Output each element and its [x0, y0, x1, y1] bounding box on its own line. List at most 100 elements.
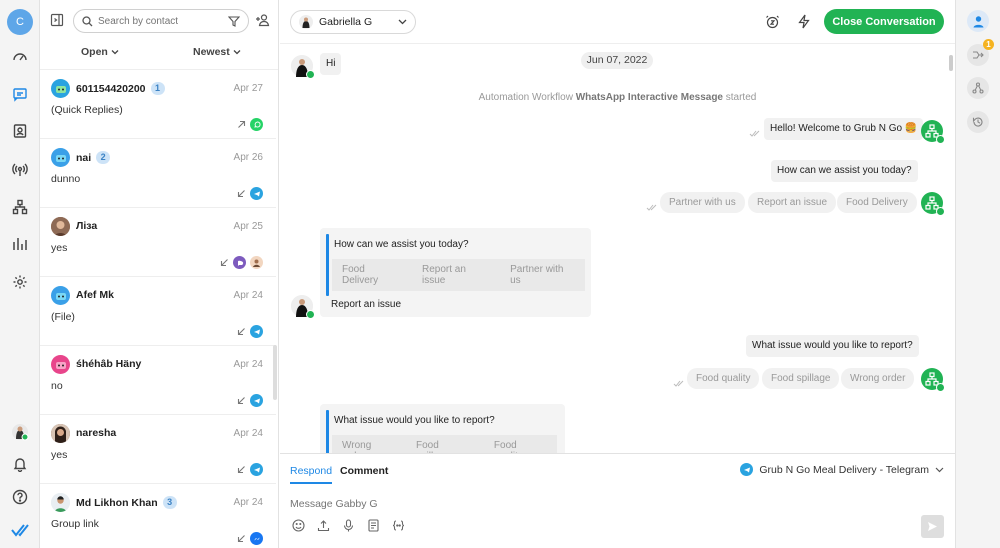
snooze-clock-icon[interactable] [765, 14, 780, 29]
contact-avatar [299, 15, 313, 29]
left-nav-rail: C [0, 0, 40, 548]
quick-reply-chip[interactable]: Partner with us [660, 192, 745, 213]
quote-bar [326, 234, 329, 296]
quick-reply-chip[interactable]: Food quality [687, 368, 760, 389]
filter-funnel-icon[interactable] [228, 16, 240, 27]
send-button[interactable] [921, 515, 944, 538]
search-input[interactable] [98, 14, 223, 29]
chevron-down-icon [233, 50, 241, 55]
read-ticks-icon [673, 380, 684, 387]
contact-avatar [291, 55, 315, 79]
list-scrollbar[interactable] [273, 345, 277, 400]
unread-badge: 2 [96, 151, 111, 164]
templates-icon[interactable] [367, 519, 380, 532]
microphone-icon[interactable] [342, 519, 355, 532]
notifications-bell-icon[interactable] [7, 451, 33, 477]
upload-icon[interactable] [317, 519, 330, 532]
bot-avatar [921, 368, 945, 392]
outgoing-arrow-icon [238, 120, 246, 128]
conversation-date: Apr 24 [233, 497, 263, 508]
last-message: Group link [51, 518, 99, 530]
conversation-date: Apr 24 [233, 428, 263, 439]
panel-toggle-icon[interactable] [50, 13, 64, 27]
card-button-row: Wrong order Food spillage Food quality [332, 435, 557, 453]
agent-status-avatar[interactable] [7, 419, 33, 445]
conversation-item[interactable]: Afef Mk Apr 24 (File) [40, 277, 276, 346]
whatsapp-icon [306, 310, 315, 319]
add-contact-icon[interactable] [255, 13, 270, 27]
reports-icon[interactable] [7, 231, 33, 257]
telegram-icon [250, 394, 263, 407]
conversation-item[interactable]: nai 2 Apr 26 dunno [40, 139, 276, 208]
last-message: dunno [51, 173, 81, 185]
conversation-item[interactable]: śhéhâb Häny Apr 24 no [40, 346, 276, 415]
contact-avatar [51, 355, 70, 374]
read-ticks-icon [646, 204, 657, 211]
contact-name: 601154420200 1 [76, 82, 165, 95]
quick-reply-chip[interactable]: Food spillage [762, 368, 840, 389]
history-icon[interactable] [967, 111, 989, 133]
status-filter-dropdown[interactable]: Open [81, 46, 119, 58]
message-composer: Respond Comment Grub N Go Meal Delivery … [280, 453, 955, 548]
card-button: Wrong order [342, 440, 372, 453]
card-button-row: Food Delivery Report an issue Partner wi… [332, 259, 585, 291]
messenger-icon [250, 532, 263, 545]
chat-scrollbar[interactable] [949, 55, 953, 71]
contact-avatar [51, 286, 70, 305]
contact-avatar [51, 148, 70, 167]
variables-icon[interactable] [392, 519, 405, 532]
conversation-date: Apr 24 [233, 290, 263, 301]
sort-filter-dropdown[interactable]: Newest [193, 46, 241, 58]
settings-gear-icon[interactable] [7, 269, 33, 295]
last-message: (Quick Replies) [51, 104, 123, 116]
user-avatar[interactable]: C [7, 9, 33, 35]
outgoing-message: How can we assist you today? [771, 160, 918, 182]
incoming-message: Hi [320, 53, 342, 75]
conversation-item[interactable]: Md Likhon Khan 3 Apr 24 Group link [40, 484, 276, 548]
contact-name: Ліза [76, 220, 98, 232]
broadcast-icon[interactable] [7, 156, 33, 182]
emoji-icon[interactable] [292, 519, 305, 532]
dashboard-icon[interactable] [7, 44, 33, 70]
inbox-icon[interactable] [7, 81, 33, 107]
workflow-icon[interactable] [967, 77, 989, 99]
tab-respond[interactable]: Respond [290, 465, 333, 484]
help-icon[interactable] [7, 484, 33, 510]
contact-name: Afef Mk [76, 289, 114, 301]
contact-selector[interactable]: Gabriella G [290, 10, 416, 34]
conversation-list-panel: Open Newest 6011544202001 Apr 27 (Quick … [40, 0, 279, 548]
system-event: Automation Workflow WhatsApp Interactive… [478, 92, 757, 103]
workflows-icon[interactable] [7, 194, 33, 220]
contact-profile-icon[interactable] [967, 10, 989, 32]
agent-avatar-icon [250, 256, 263, 269]
contact-name: naresha [76, 427, 117, 439]
quick-reply-chip[interactable]: Wrong order [841, 368, 915, 389]
conversation-item[interactable]: naresha Apr 24 yes [40, 415, 276, 484]
telegram-icon [250, 187, 263, 200]
bot-avatar [921, 192, 945, 216]
contacts-icon[interactable] [7, 118, 33, 144]
card-button: Partner with us [510, 264, 564, 286]
shortcuts-lightning-icon[interactable] [797, 14, 811, 29]
quote-bar [326, 410, 329, 453]
whatsapp-icon [250, 118, 263, 131]
incoming-arrow-icon [237, 535, 245, 543]
conversation-item[interactable]: 601154420200 1 Apr 27 (Quick Replies) [40, 70, 276, 139]
whatsapp-icon [936, 383, 945, 392]
incoming-arrow-icon [220, 259, 228, 267]
contact-avatar [51, 493, 70, 512]
channel-selector[interactable]: Grub N Go Meal Delivery - Telegram [740, 463, 944, 476]
conversation-item[interactable]: Ліза Apr 25 yes [40, 208, 276, 277]
quick-reply-chip[interactable]: Report an issue [748, 192, 837, 213]
message-input[interactable] [290, 496, 910, 512]
conversation-main: Gabriella G Close Conversation Hi Jun 07… [280, 0, 955, 548]
last-message: yes [51, 449, 68, 461]
quick-reply-chip[interactable]: Food Delivery [837, 192, 917, 213]
contact-name: śhéhâb Häny [76, 358, 142, 370]
close-conversation-button[interactable]: Close Conversation [824, 9, 944, 34]
composer-toolbar [292, 519, 405, 532]
chevron-down-icon [111, 50, 119, 55]
right-side-rail: 1 [955, 0, 1000, 548]
tab-comment[interactable]: Comment [340, 465, 388, 477]
incoming-arrow-icon [237, 328, 245, 336]
